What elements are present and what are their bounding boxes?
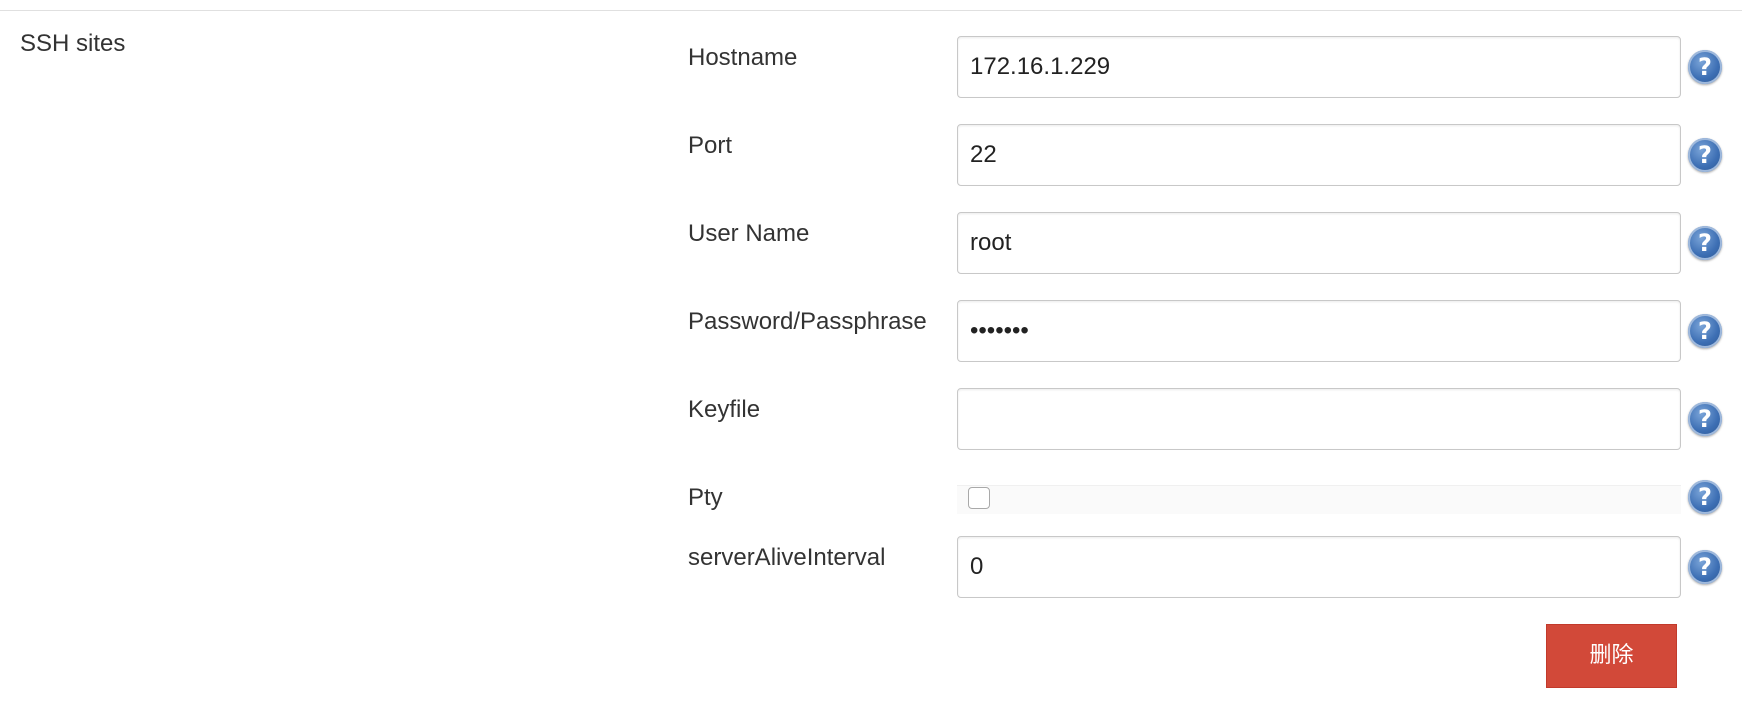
password-row: Password/Passphrase ?	[688, 300, 1728, 364]
server-alive-interval-row: serverAliveInterval ?	[688, 536, 1728, 600]
pty-help-icon[interactable]: ?	[1688, 480, 1722, 514]
password-input[interactable]	[957, 300, 1681, 362]
username-input[interactable]	[957, 212, 1681, 274]
port-label: Port	[688, 132, 733, 159]
port-help-icon[interactable]: ?	[1688, 138, 1722, 172]
hostname-label: Hostname	[688, 44, 798, 71]
top-divider	[0, 10, 1742, 11]
keyfile-row: Keyfile ?	[688, 388, 1728, 452]
username-help-icon[interactable]: ?	[1688, 226, 1722, 260]
pty-label: Pty	[688, 484, 723, 511]
keyfile-label: Keyfile	[688, 396, 761, 423]
username-label: User Name	[688, 220, 810, 247]
pty-field-strip	[957, 485, 1681, 514]
pty-row: Pty ?	[688, 476, 1728, 516]
password-help-icon[interactable]: ?	[1688, 314, 1722, 348]
pty-checkbox[interactable]	[968, 487, 990, 509]
port-input[interactable]	[957, 124, 1681, 186]
hostname-row: Hostname ?	[688, 36, 1728, 100]
delete-button[interactable]: 删除	[1546, 624, 1677, 688]
keyfile-input[interactable]	[957, 388, 1681, 450]
server-alive-interval-label: serverAliveInterval	[688, 544, 886, 571]
server-alive-interval-input[interactable]	[957, 536, 1681, 598]
username-row: User Name ?	[688, 212, 1728, 276]
keyfile-help-icon[interactable]: ?	[1688, 402, 1722, 436]
server-alive-interval-help-icon[interactable]: ?	[1688, 550, 1722, 584]
port-row: Port ?	[688, 124, 1728, 188]
hostname-input[interactable]	[957, 36, 1681, 98]
section-title: SSH sites	[20, 30, 126, 57]
password-label: Password/Passphrase	[688, 308, 927, 335]
hostname-help-icon[interactable]: ?	[1688, 50, 1722, 84]
